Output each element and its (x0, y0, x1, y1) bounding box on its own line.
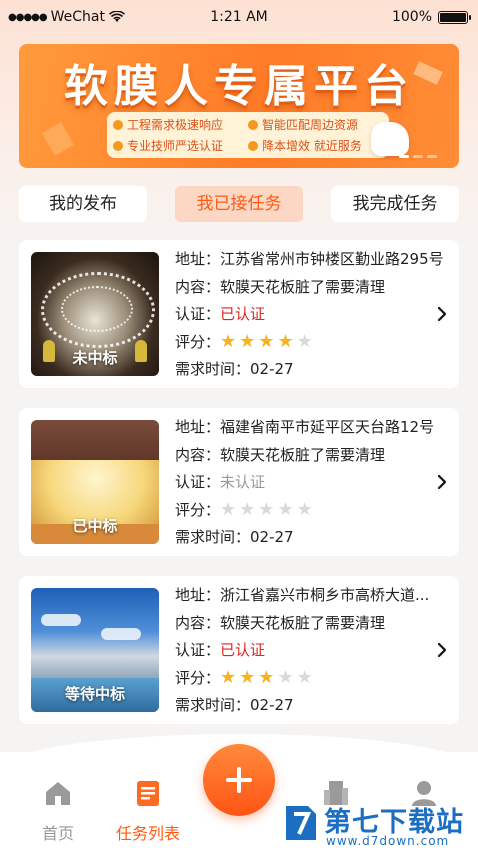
promo-banner[interactable]: 软膜人专属平台 工程需求极速响应 智能匹配周边资源 专业技师严选认证 降本增效 … (19, 44, 459, 168)
demand-time: 02-27 (250, 360, 294, 379)
bid-status-tag: 未中标 (72, 349, 118, 367)
cert-status: 未认证 (220, 473, 266, 492)
home-icon (46, 782, 70, 805)
task-photo: 未中标 (31, 252, 159, 376)
rating-stars: ★ ★ ★ ★ ★ (220, 501, 313, 519)
watermark-url: www.d7down.com (326, 834, 450, 848)
content-row: 内容：软膜天花板脏了需要清理 (175, 445, 386, 464)
banner-point: 降本增效 就近服务 (248, 135, 383, 156)
time-row: 需求时间：02-27 (175, 528, 294, 547)
task-address: 浙江省嘉兴市桐乡市高桥大道... (220, 586, 430, 604)
bid-status-tag: 已中标 (72, 517, 118, 535)
star-icon: ★ (220, 331, 237, 353)
chevron-right-icon[interactable] (437, 474, 447, 490)
task-tabs: 我的发布 我已接任务 我完成任务 (19, 186, 459, 222)
task-card[interactable]: 未中标 地址：江苏省常州市钟楼区勤业路295号 内容：软膜天花板脏了需要清理 认… (19, 240, 459, 388)
task-card[interactable]: 等待中标 地址：浙江省嘉兴市桐乡市高桥大道... 内容：软膜天花板脏了需要清理 … (19, 576, 459, 724)
cert-row: 认证：已认证 (175, 641, 266, 660)
bullet-icon (113, 119, 123, 130)
chevron-right-icon[interactable] (437, 642, 447, 658)
cert-status: 已认证 (220, 305, 266, 324)
star-icon: ★ (258, 499, 275, 521)
banner-title: 软膜人专属平台 (64, 61, 414, 112)
content-row: 内容：软膜天花板脏了需要清理 (175, 277, 386, 296)
star-icon: ★ (296, 499, 313, 521)
demand-time: 02-27 (250, 528, 294, 547)
pointing-hand-icon (371, 122, 409, 156)
status-bar: ●●●●● WeChat 1:21 AM 100% (0, 0, 478, 34)
task-address: 江苏省常州市钟楼区勤业路295号 (220, 250, 444, 268)
star-icon: ★ (239, 331, 256, 353)
nav-home-label: 首页 (41, 824, 74, 843)
task-info: 地址：浙江省嘉兴市桐乡市高桥大道... 内容：软膜天花板脏了需要清理 认证：已认… (175, 582, 449, 720)
cert-status: 已认证 (220, 641, 266, 660)
rating-stars: ★ ★ ★ ★ ★ (220, 333, 313, 351)
tab-my-posts[interactable]: 我的发布 (19, 186, 147, 222)
star-icon: ★ (239, 499, 256, 521)
star-icon: ★ (220, 499, 237, 521)
address-row: 地址：福建省南平市延平区天台路12号 (175, 418, 435, 436)
watermark-logo-icon (286, 806, 316, 840)
banner-pagination (399, 155, 437, 158)
bullet-icon (248, 140, 258, 151)
content-row: 内容：软膜天花板脏了需要清理 (175, 613, 386, 632)
battery-percent: 100% (391, 9, 432, 25)
address-row: 地址：浙江省嘉兴市桐乡市高桥大道... (175, 586, 430, 604)
time-row: 需求时间：02-27 (175, 696, 294, 715)
star-icon: ★ (277, 331, 294, 353)
rating-stars: ★ ★ ★ ★ ★ (220, 669, 313, 687)
address-row: 地址：江苏省常州市钟楼区勤业路295号 (175, 250, 444, 268)
paper-plane-decoration (41, 122, 75, 156)
nav-task-list[interactable]: 任务列表 (108, 778, 188, 844)
page-dot (399, 155, 409, 158)
cert-row: 认证：已认证 (175, 305, 266, 324)
star-icon: ★ (277, 667, 294, 689)
tab-completed-tasks[interactable]: 我完成任务 (331, 186, 459, 222)
bid-status-tag: 等待中标 (64, 685, 125, 703)
add-task-button[interactable] (203, 744, 275, 816)
time-row: 需求时间：02-27 (175, 360, 294, 379)
cert-row: 认证：未认证 (175, 473, 266, 492)
star-icon: ★ (258, 331, 275, 353)
banner-point: 智能匹配周边资源 (248, 114, 383, 135)
battery-icon (438, 10, 471, 24)
nav-task-list-label: 任务列表 (115, 824, 180, 843)
banner-points: 工程需求极速响应 智能匹配周边资源 专业技师严选认证 降本增效 就近服务 (107, 112, 389, 158)
demand-time: 02-27 (250, 696, 294, 715)
watermark: 第七下载站 www.d7down.com (282, 800, 474, 848)
task-info: 地址：江苏省常州市钟楼区勤业路295号 内容：软膜天花板脏了需要清理 认证：已认… (175, 246, 449, 384)
star-icon: ★ (296, 667, 313, 689)
nav-home[interactable]: 首页 (18, 778, 98, 844)
page-dot (413, 155, 423, 158)
task-photo: 已中标 (31, 420, 159, 544)
banner-point: 工程需求极速响应 (113, 114, 248, 135)
rating-row: 评分： ★ ★ ★ ★ ★ (175, 667, 313, 689)
chevron-right-icon[interactable] (437, 306, 447, 322)
bullet-icon (113, 140, 123, 151)
battery-group: 100% (391, 9, 471, 25)
bullet-icon (248, 119, 258, 130)
task-content: 软膜天花板脏了需要清理 (220, 277, 386, 296)
tab-accepted-tasks[interactable]: 我已接任务 (175, 186, 303, 222)
task-info: 地址：福建省南平市延平区天台路12号 内容：软膜天花板脏了需要清理 认证：未认证… (175, 414, 449, 552)
banner-point: 专业技师严选认证 (113, 135, 248, 156)
task-content: 软膜天花板脏了需要清理 (220, 613, 386, 632)
task-content: 软膜天花板脏了需要清理 (220, 445, 386, 464)
task-photo: 等待中标 (31, 588, 159, 712)
task-address: 福建省南平市延平区天台路12号 (220, 418, 435, 436)
rating-row: 评分： ★ ★ ★ ★ ★ (175, 331, 313, 353)
page-dot (427, 155, 437, 158)
star-icon: ★ (277, 499, 294, 521)
star-icon: ★ (296, 331, 313, 353)
star-icon: ★ (258, 667, 275, 689)
rating-row: 评分： ★ ★ ★ ★ ★ (175, 499, 313, 521)
task-card[interactable]: 已中标 地址：福建省南平市延平区天台路12号 内容：软膜天花板脏了需要清理 认证… (19, 408, 459, 556)
star-icon: ★ (220, 667, 237, 689)
task-list-icon (137, 781, 159, 806)
star-icon: ★ (239, 667, 256, 689)
